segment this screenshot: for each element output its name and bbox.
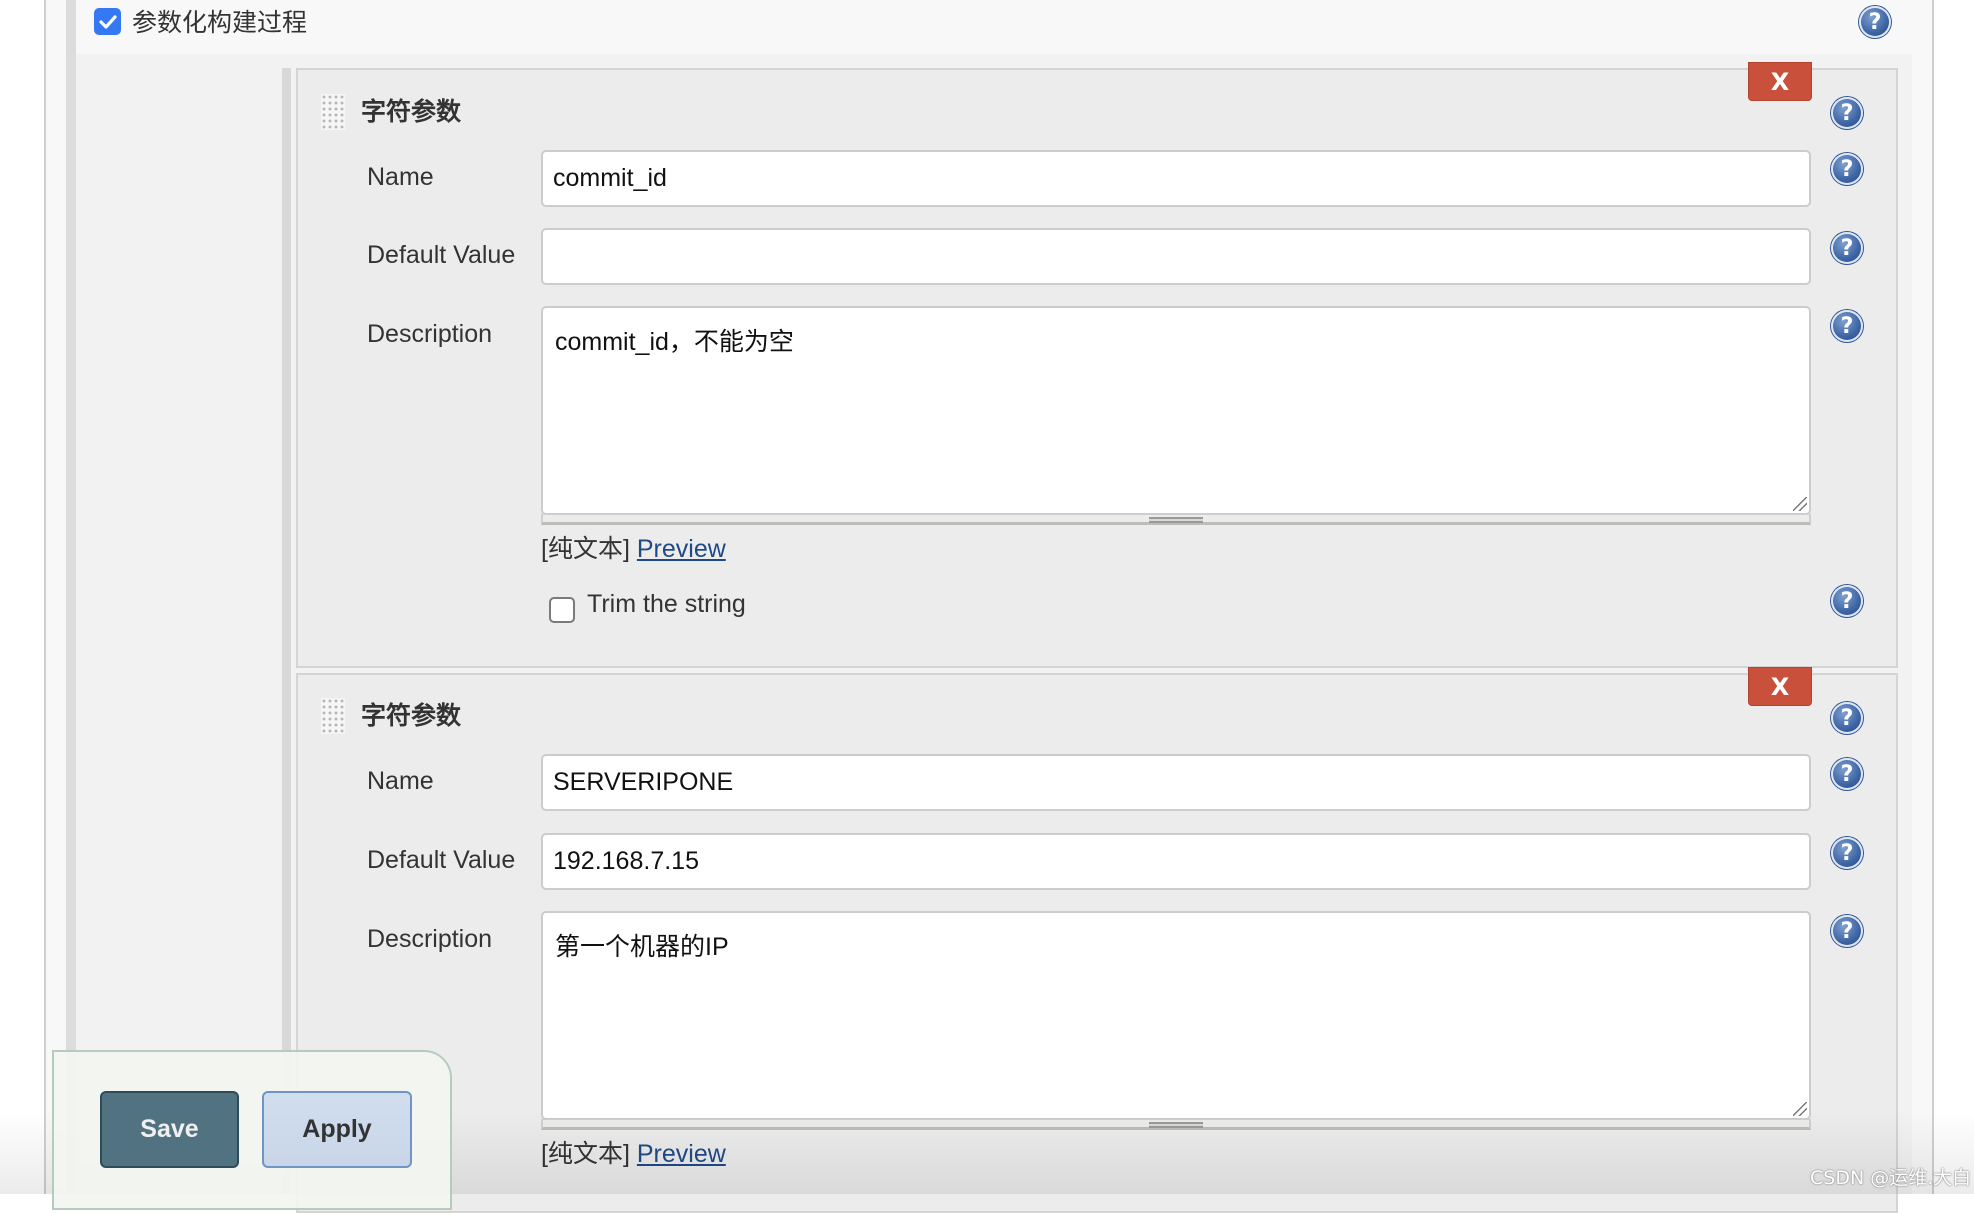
parameterized-build-title: 参数化构建过程 bbox=[132, 9, 308, 37]
resize-handle-icon[interactable] bbox=[1793, 497, 1807, 511]
default-value-label: Default Value bbox=[367, 846, 516, 874]
repeatable-left-bar bbox=[282, 68, 291, 1194]
parameter-type-title: 字符参数 bbox=[361, 98, 462, 126]
default-value-input[interactable] bbox=[541, 833, 1811, 890]
description-textarea[interactable]: commit_id，不能为空 bbox=[541, 306, 1811, 515]
help-icon[interactable]: ? bbox=[1831, 153, 1863, 185]
panel-left-bar bbox=[70, 54, 76, 1194]
markup-format-note: [纯文本] Preview bbox=[541, 1134, 726, 1170]
drag-handle-icon[interactable] bbox=[321, 698, 345, 734]
markup-format-text: [纯文本] bbox=[541, 1140, 630, 1168]
preview-link[interactable]: Preview bbox=[637, 535, 726, 563]
grip-handle-icon[interactable] bbox=[1149, 517, 1203, 523]
name-input[interactable] bbox=[541, 754, 1811, 811]
help-icon[interactable]: ? bbox=[1831, 232, 1863, 264]
default-value-label: Default Value bbox=[367, 241, 516, 269]
preview-link[interactable]: Preview bbox=[637, 1140, 726, 1168]
markup-format-note: [纯文本] Preview bbox=[541, 529, 726, 565]
grip-handle-icon[interactable] bbox=[1149, 1122, 1203, 1128]
watermark: CSDN @运维.大白 bbox=[1810, 1167, 1972, 1189]
description-label: Description bbox=[367, 925, 493, 953]
description-label: Description bbox=[367, 320, 493, 348]
help-icon[interactable]: ? bbox=[1831, 585, 1863, 617]
parameter-type-title: 字符参数 bbox=[361, 702, 462, 730]
help-icon[interactable]: ? bbox=[1859, 6, 1891, 38]
trim-string-label: Trim the string bbox=[587, 590, 746, 618]
description-textarea[interactable]: 第一个机器的IP bbox=[541, 911, 1811, 1120]
trim-string-checkbox[interactable] bbox=[549, 597, 575, 623]
save-button[interactable]: Save bbox=[100, 1091, 239, 1168]
checkmark-icon bbox=[98, 14, 117, 29]
name-input[interactable] bbox=[541, 150, 1811, 207]
default-value-input[interactable] bbox=[541, 228, 1811, 285]
help-icon[interactable]: ? bbox=[1831, 702, 1863, 734]
delete-parameter-button[interactable]: X bbox=[1748, 62, 1812, 101]
help-icon[interactable]: ? bbox=[1831, 97, 1863, 129]
help-icon[interactable]: ? bbox=[1831, 837, 1863, 869]
markup-format-text: [纯文本] bbox=[541, 535, 630, 563]
name-label: Name bbox=[367, 767, 434, 795]
name-label: Name bbox=[367, 163, 434, 191]
parameterized-build-header bbox=[76, 0, 1912, 54]
help-icon[interactable]: ? bbox=[1831, 915, 1863, 947]
help-icon[interactable]: ? bbox=[1831, 310, 1863, 342]
parameterized-build-checkbox[interactable] bbox=[94, 8, 121, 35]
delete-parameter-button[interactable]: X bbox=[1748, 667, 1812, 706]
resize-handle-icon[interactable] bbox=[1793, 1102, 1807, 1116]
drag-handle-icon[interactable] bbox=[321, 94, 345, 130]
help-icon[interactable]: ? bbox=[1831, 758, 1863, 790]
apply-button[interactable]: Apply bbox=[262, 1091, 412, 1168]
